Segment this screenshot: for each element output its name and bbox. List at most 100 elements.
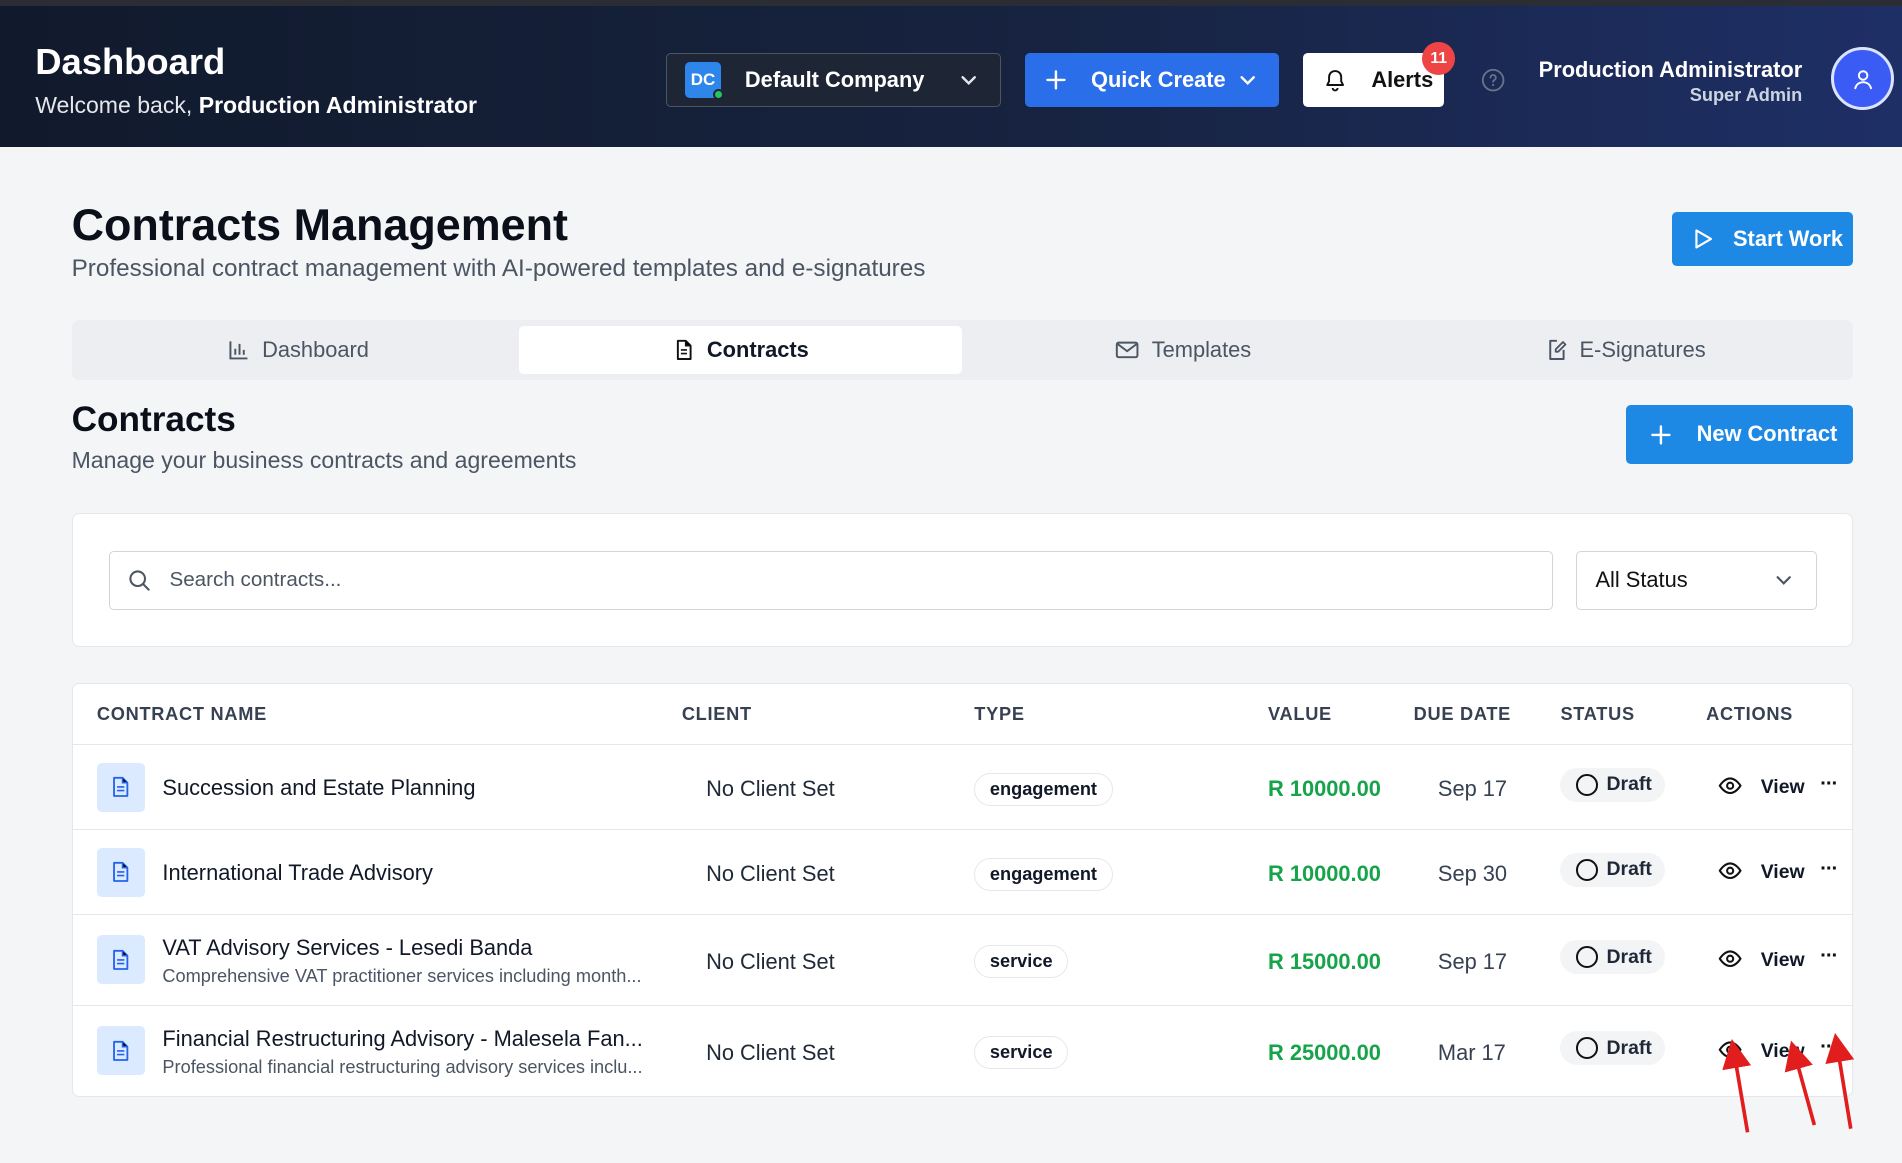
table-row[interactable]: Financial Restructuring Advisory - Males… bbox=[73, 1006, 1853, 1096]
status-label: Draft bbox=[1606, 945, 1652, 968]
tab-label: Contracts bbox=[706, 337, 809, 363]
table-row[interactable]: Succession and Estate Planning No Client… bbox=[72, 745, 1853, 830]
new-contract-label: New Contract bbox=[1696, 421, 1838, 447]
welcome-prefix: Welcome back, bbox=[35, 92, 193, 119]
page-subtitle: Professional contract management with AI… bbox=[71, 254, 926, 282]
chevron-down-icon bbox=[1240, 76, 1255, 86]
contract-file-icon bbox=[96, 763, 146, 812]
tab-label: Templates bbox=[1151, 337, 1252, 363]
contract-name[interactable]: Succession and Estate Planning bbox=[162, 775, 475, 801]
help-icon[interactable] bbox=[1481, 68, 1505, 92]
tab-templates[interactable]: Templates bbox=[962, 326, 1404, 373]
tab-contracts[interactable]: Contracts bbox=[519, 326, 963, 374]
draft-circle-icon bbox=[1576, 774, 1599, 796]
status-filter-value: All Status bbox=[1595, 567, 1688, 593]
chevron-down-icon bbox=[1776, 576, 1792, 585]
edit-document-icon bbox=[1548, 340, 1566, 361]
online-status-dot bbox=[713, 89, 725, 101]
contract-client: No Client Set bbox=[706, 861, 835, 887]
status-label: Draft bbox=[1606, 773, 1652, 796]
company-avatar: DC bbox=[685, 62, 725, 101]
table-row[interactable]: VAT Advisory Services - Lesedi Banda Com… bbox=[72, 915, 1853, 1006]
view-button[interactable]: View bbox=[1761, 949, 1805, 972]
contract-value: R 10000.00 bbox=[1267, 776, 1381, 802]
column-header-contract-name[interactable]: CONTRACT NAME bbox=[97, 704, 267, 725]
app-title: Dashboard bbox=[35, 41, 226, 83]
column-header-type[interactable]: TYPE bbox=[974, 704, 1024, 725]
search-box[interactable] bbox=[109, 550, 1554, 611]
plus-icon bbox=[1651, 424, 1672, 445]
column-header-client[interactable]: CLIENT bbox=[682, 704, 752, 725]
quick-create-label: Quick Create bbox=[1091, 67, 1226, 93]
quick-create-button[interactable]: Quick Create bbox=[1025, 53, 1280, 107]
column-header-status[interactable]: STATUS bbox=[1560, 704, 1634, 725]
status-badge: Draft bbox=[1560, 940, 1665, 975]
tab-e-signatures[interactable]: E-Signatures bbox=[1404, 326, 1847, 373]
more-actions-icon[interactable]: ··· bbox=[1820, 1035, 1838, 1059]
filter-card: All Status bbox=[71, 513, 1854, 647]
status-badge: Draft bbox=[1560, 852, 1665, 887]
page: Dashboard Welcome back, Production Admin… bbox=[0, 0, 1902, 1163]
draft-circle-icon bbox=[1576, 1037, 1599, 1060]
contract-type-badge: engagement bbox=[974, 857, 1113, 891]
welcome-name: Production Administrator bbox=[198, 92, 477, 119]
contract-value: R 15000.00 bbox=[1267, 948, 1381, 974]
tab-label: Dashboard bbox=[262, 337, 369, 363]
status-label: Draft bbox=[1606, 858, 1652, 881]
contract-name[interactable]: International Trade Advisory bbox=[162, 860, 433, 886]
more-actions-icon[interactable]: ··· bbox=[1820, 772, 1838, 796]
status-filter-select[interactable]: All Status bbox=[1576, 550, 1817, 611]
mail-icon bbox=[1116, 341, 1139, 359]
user-avatar[interactable] bbox=[1831, 47, 1895, 111]
contract-file-icon bbox=[96, 848, 146, 897]
column-header-value[interactable]: VALUE bbox=[1268, 704, 1332, 725]
contract-type-badge: engagement bbox=[974, 772, 1113, 806]
bar-chart-icon bbox=[229, 341, 248, 360]
new-contract-button[interactable]: New Contract bbox=[1626, 405, 1854, 464]
more-actions-icon[interactable]: ··· bbox=[1820, 944, 1838, 968]
eye-icon[interactable] bbox=[1718, 776, 1742, 795]
table-row[interactable]: International Trade Advisory No Client S… bbox=[72, 830, 1853, 915]
contract-type-badge: service bbox=[974, 945, 1069, 978]
contract-due-date: Mar 17 bbox=[1437, 1039, 1506, 1065]
search-input[interactable] bbox=[169, 568, 1505, 593]
tab-dashboard[interactable]: Dashboard bbox=[78, 326, 520, 373]
view-button[interactable]: View bbox=[1761, 1040, 1805, 1063]
alerts-count-badge: 11 bbox=[1422, 42, 1456, 76]
contract-value: R 10000.00 bbox=[1267, 861, 1381, 887]
alerts-label: Alerts bbox=[1371, 67, 1434, 93]
column-header-due-date[interactable]: DUE DATE bbox=[1414, 704, 1511, 725]
status-label: Draft bbox=[1606, 1036, 1652, 1059]
contract-name[interactable]: VAT Advisory Services - Lesedi Banda bbox=[162, 935, 532, 961]
draft-circle-icon bbox=[1576, 858, 1599, 881]
search-icon bbox=[129, 570, 150, 591]
contract-description: Comprehensive VAT practitioner services … bbox=[162, 965, 642, 986]
section-subtitle: Manage your business contracts and agree… bbox=[71, 446, 577, 473]
top-divider bbox=[0, 0, 1902, 7]
contract-type-badge: service bbox=[974, 1036, 1069, 1069]
contract-file-icon bbox=[96, 935, 146, 984]
more-actions-icon[interactable]: ··· bbox=[1820, 857, 1838, 881]
view-button[interactable]: View bbox=[1761, 861, 1805, 884]
view-button[interactable]: View bbox=[1761, 776, 1805, 799]
contract-due-date: Sep 17 bbox=[1437, 776, 1508, 802]
eye-icon[interactable] bbox=[1718, 949, 1742, 968]
document-icon bbox=[676, 340, 692, 361]
bell-icon bbox=[1326, 70, 1344, 92]
start-work-label: Start Work bbox=[1732, 226, 1843, 252]
contract-file-icon bbox=[96, 1026, 146, 1075]
contract-value: R 25000.00 bbox=[1267, 1039, 1381, 1065]
user-role: Super Admin bbox=[1689, 84, 1803, 105]
contracts-table: CONTRACT NAME CLIENT TYPE VALUE DUE DATE… bbox=[71, 683, 1854, 1098]
contract-description: Professional financial restructuring adv… bbox=[162, 1056, 643, 1077]
eye-icon[interactable] bbox=[1718, 1040, 1742, 1059]
start-work-button[interactable]: Start Work bbox=[1672, 212, 1854, 266]
company-initials: DC bbox=[690, 70, 716, 90]
tab-bar: Dashboard Contracts Templates E-Signatur… bbox=[71, 320, 1854, 380]
company-selector[interactable]: DC Default Company bbox=[666, 53, 1002, 107]
contract-name[interactable]: Financial Restructuring Advisory - Males… bbox=[162, 1026, 642, 1052]
eye-icon[interactable] bbox=[1718, 861, 1742, 880]
user-name: Production Administrator bbox=[1538, 57, 1803, 83]
company-name: Default Company bbox=[744, 67, 925, 93]
contract-due-date: Sep 17 bbox=[1437, 948, 1508, 974]
